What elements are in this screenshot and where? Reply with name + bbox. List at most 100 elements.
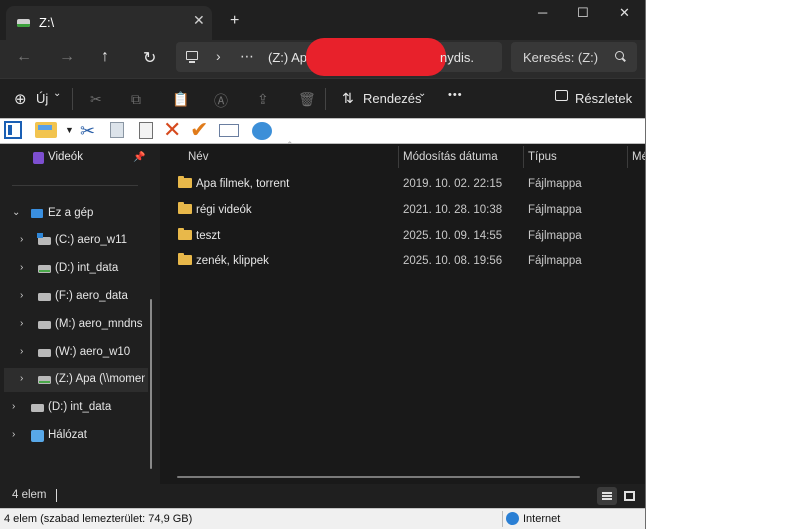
chevron-right-icon[interactable]: › — [20, 262, 23, 273]
sort-icon[interactable]: ⇅ — [342, 90, 354, 107]
sidebar-item-label: (C:) aero_w11 — [55, 234, 128, 246]
sidebar-item-drive-f[interactable]: › (F:) aero_data — [0, 285, 150, 309]
sidebar-item-top-drive-d[interactable]: › (D:) int_data — [0, 396, 150, 420]
back-button[interactable]: ← — [16, 48, 32, 66]
file-date: 2025. 10. 09. 14:55 — [403, 230, 503, 242]
share-icon[interactable]: ⇪ — [257, 91, 269, 108]
breadcrumb-chevron-icon[interactable]: › — [216, 48, 221, 64]
column-header-type[interactable]: Típus — [528, 151, 557, 163]
sidebar-item-videos[interactable]: Videók 📌 — [0, 146, 150, 170]
tab-title: Z:\ — [39, 15, 55, 30]
folder-options-icon[interactable] — [35, 122, 57, 138]
paste-classic-icon[interactable] — [139, 122, 153, 139]
chevron-right-icon[interactable]: › — [12, 401, 15, 412]
drive-icon — [31, 404, 44, 412]
drive-icon — [38, 265, 51, 273]
breadcrumb-path-tail[interactable]: nydis. — [440, 50, 474, 65]
file-row[interactable]: Apa filmek, torrent 2019. 10. 02. 22:15 … — [170, 172, 640, 196]
computer-icon — [186, 51, 198, 63]
paste-icon[interactable]: 📋 — [172, 91, 189, 108]
more-options-icon[interactable]: ••• — [448, 89, 463, 101]
sidebar-item-drive-d[interactable]: › (D:) int_data — [0, 257, 150, 281]
chevron-right-icon[interactable]: › — [20, 373, 23, 384]
videos-icon — [33, 152, 44, 164]
new-button[interactable]: Új — [36, 91, 48, 106]
cut-icon[interactable]: ✂ — [90, 91, 102, 108]
close-window-button[interactable]: ✕ — [619, 5, 630, 21]
navigation-pane-icon[interactable] — [4, 121, 22, 139]
rename-icon[interactable]: Ⓐ — [214, 91, 228, 111]
file-row[interactable]: zenék, klippek 2025. 10. 08. 19:56 Fájlm… — [170, 249, 640, 273]
chevron-right-icon[interactable]: › — [20, 234, 23, 245]
breadcrumb-overflow-icon[interactable]: ⋯ — [240, 48, 254, 65]
search-box[interactable]: Keresés: (Z:) — [511, 42, 637, 72]
column-header-modified[interactable]: Módosítás dátuma — [403, 151, 498, 163]
copy-icon[interactable]: ⧉ — [131, 91, 141, 108]
sidebar-item-drive-w[interactable]: › (W:) aero_w10 — [0, 341, 150, 365]
new-chevron-icon[interactable]: ⌄ — [53, 88, 61, 99]
column-divider[interactable] — [627, 146, 628, 168]
sidebar-item-this-pc[interactable]: ⌄ Ez a gép — [0, 202, 150, 226]
command-separator — [325, 88, 326, 110]
command-separator — [72, 88, 73, 110]
sidebar-item-drive-c[interactable]: › (C:) aero_w11 — [0, 229, 150, 253]
forward-button[interactable]: → — [59, 48, 75, 66]
tab-z-drive[interactable]: Z:\ ✕ — [6, 6, 212, 40]
web-icon[interactable] — [252, 122, 272, 140]
sidebar-item-label: (W:) aero_w10 — [55, 346, 131, 358]
chevron-down-icon[interactable]: ⌄ — [12, 207, 20, 218]
column-header-name[interactable]: Név — [188, 151, 208, 163]
sidebar-item-drive-z[interactable]: › (Z:) Apa (\\momen — [4, 368, 148, 392]
sidebar-divider — [12, 185, 138, 186]
details-pane-icon[interactable] — [555, 90, 568, 101]
details-button[interactable]: Részletek — [575, 91, 632, 106]
large-icons-view-icon[interactable] — [620, 487, 640, 505]
file-date: 2025. 10. 08. 19:56 — [403, 255, 503, 267]
sidebar-item-label: (F:) aero_data — [55, 290, 128, 302]
cut-classic-icon[interactable]: ✂ — [80, 121, 95, 141]
search-icon[interactable] — [615, 51, 624, 60]
refresh-button[interactable]: ↻ — [143, 48, 156, 68]
new-plus-icon[interactable]: ⊕ — [14, 90, 27, 108]
mail-icon[interactable] — [219, 124, 239, 137]
drive-icon — [17, 19, 30, 27]
file-date: 2021. 10. 28. 10:38 — [403, 204, 503, 216]
maximize-button[interactable]: ☐ — [577, 5, 589, 21]
file-row[interactable]: teszt 2025. 10. 09. 14:55 Fájlmappa — [170, 224, 640, 248]
sidebar-item-label: Ez a gép — [48, 207, 94, 219]
chevron-right-icon[interactable]: › — [20, 346, 23, 357]
chevron-right-icon[interactable]: › — [20, 318, 23, 329]
file-row[interactable]: régi videók 2021. 10. 28. 10:38 Fájlmapp… — [170, 198, 640, 222]
classic-status-bar: 4 elem (szabad lemezterület: 74,9 GB) In… — [0, 508, 645, 529]
new-tab-button[interactable]: + — [230, 12, 239, 30]
sidebar-item-network[interactable]: › Hálózat — [0, 424, 150, 448]
column-divider[interactable] — [523, 146, 524, 168]
sort-button[interactable]: Rendezés — [363, 91, 422, 106]
file-type: Fájlmappa — [528, 204, 582, 216]
search-placeholder[interactable]: Keresés: (Z:) — [523, 50, 598, 65]
pin-icon[interactable]: 📌 — [133, 152, 145, 163]
sidebar-item-drive-m[interactable]: › (M:) aero_mndns — [0, 313, 150, 337]
up-button[interactable]: ↑ — [101, 48, 109, 66]
folder-dropdown-icon[interactable]: ▼ — [65, 125, 74, 143]
command-bar: ⊕ Új ⌄ ✂ ⧉ 📋 Ⓐ ⇪ 🗑 ⇅ Rendezés ⌄ ••• Rész… — [0, 78, 645, 119]
tab-close-icon[interactable]: ✕ — [193, 12, 205, 29]
file-name: Apa filmek, torrent — [196, 178, 290, 190]
address-bar[interactable]: › ⋯ (Z:) Apa nydis. — [176, 38, 502, 76]
details-view-icon[interactable] — [597, 487, 617, 505]
file-list: ⌃ Név Módosítás dátuma Típus Mé Apa film… — [160, 140, 645, 484]
horizontal-scrollbar[interactable] — [177, 476, 580, 478]
checkmark-icon[interactable]: ✔ — [190, 119, 208, 141]
copy-classic-icon[interactable] — [110, 122, 124, 138]
chevron-right-icon[interactable]: › — [12, 429, 15, 440]
sidebar-scrollbar[interactable] — [150, 299, 152, 469]
delete-icon[interactable]: 🗑 — [298, 91, 316, 108]
column-header-size[interactable]: Mé — [632, 151, 645, 163]
minimize-button[interactable]: ─ — [538, 5, 547, 20]
sort-chevron-icon[interactable]: ⌄ — [418, 88, 426, 99]
zone-label: Internet — [523, 513, 561, 525]
delete-classic-icon[interactable]: ✕ — [163, 119, 181, 141]
column-divider[interactable] — [398, 146, 399, 168]
file-name: teszt — [196, 230, 221, 242]
chevron-right-icon[interactable]: › — [20, 290, 23, 301]
